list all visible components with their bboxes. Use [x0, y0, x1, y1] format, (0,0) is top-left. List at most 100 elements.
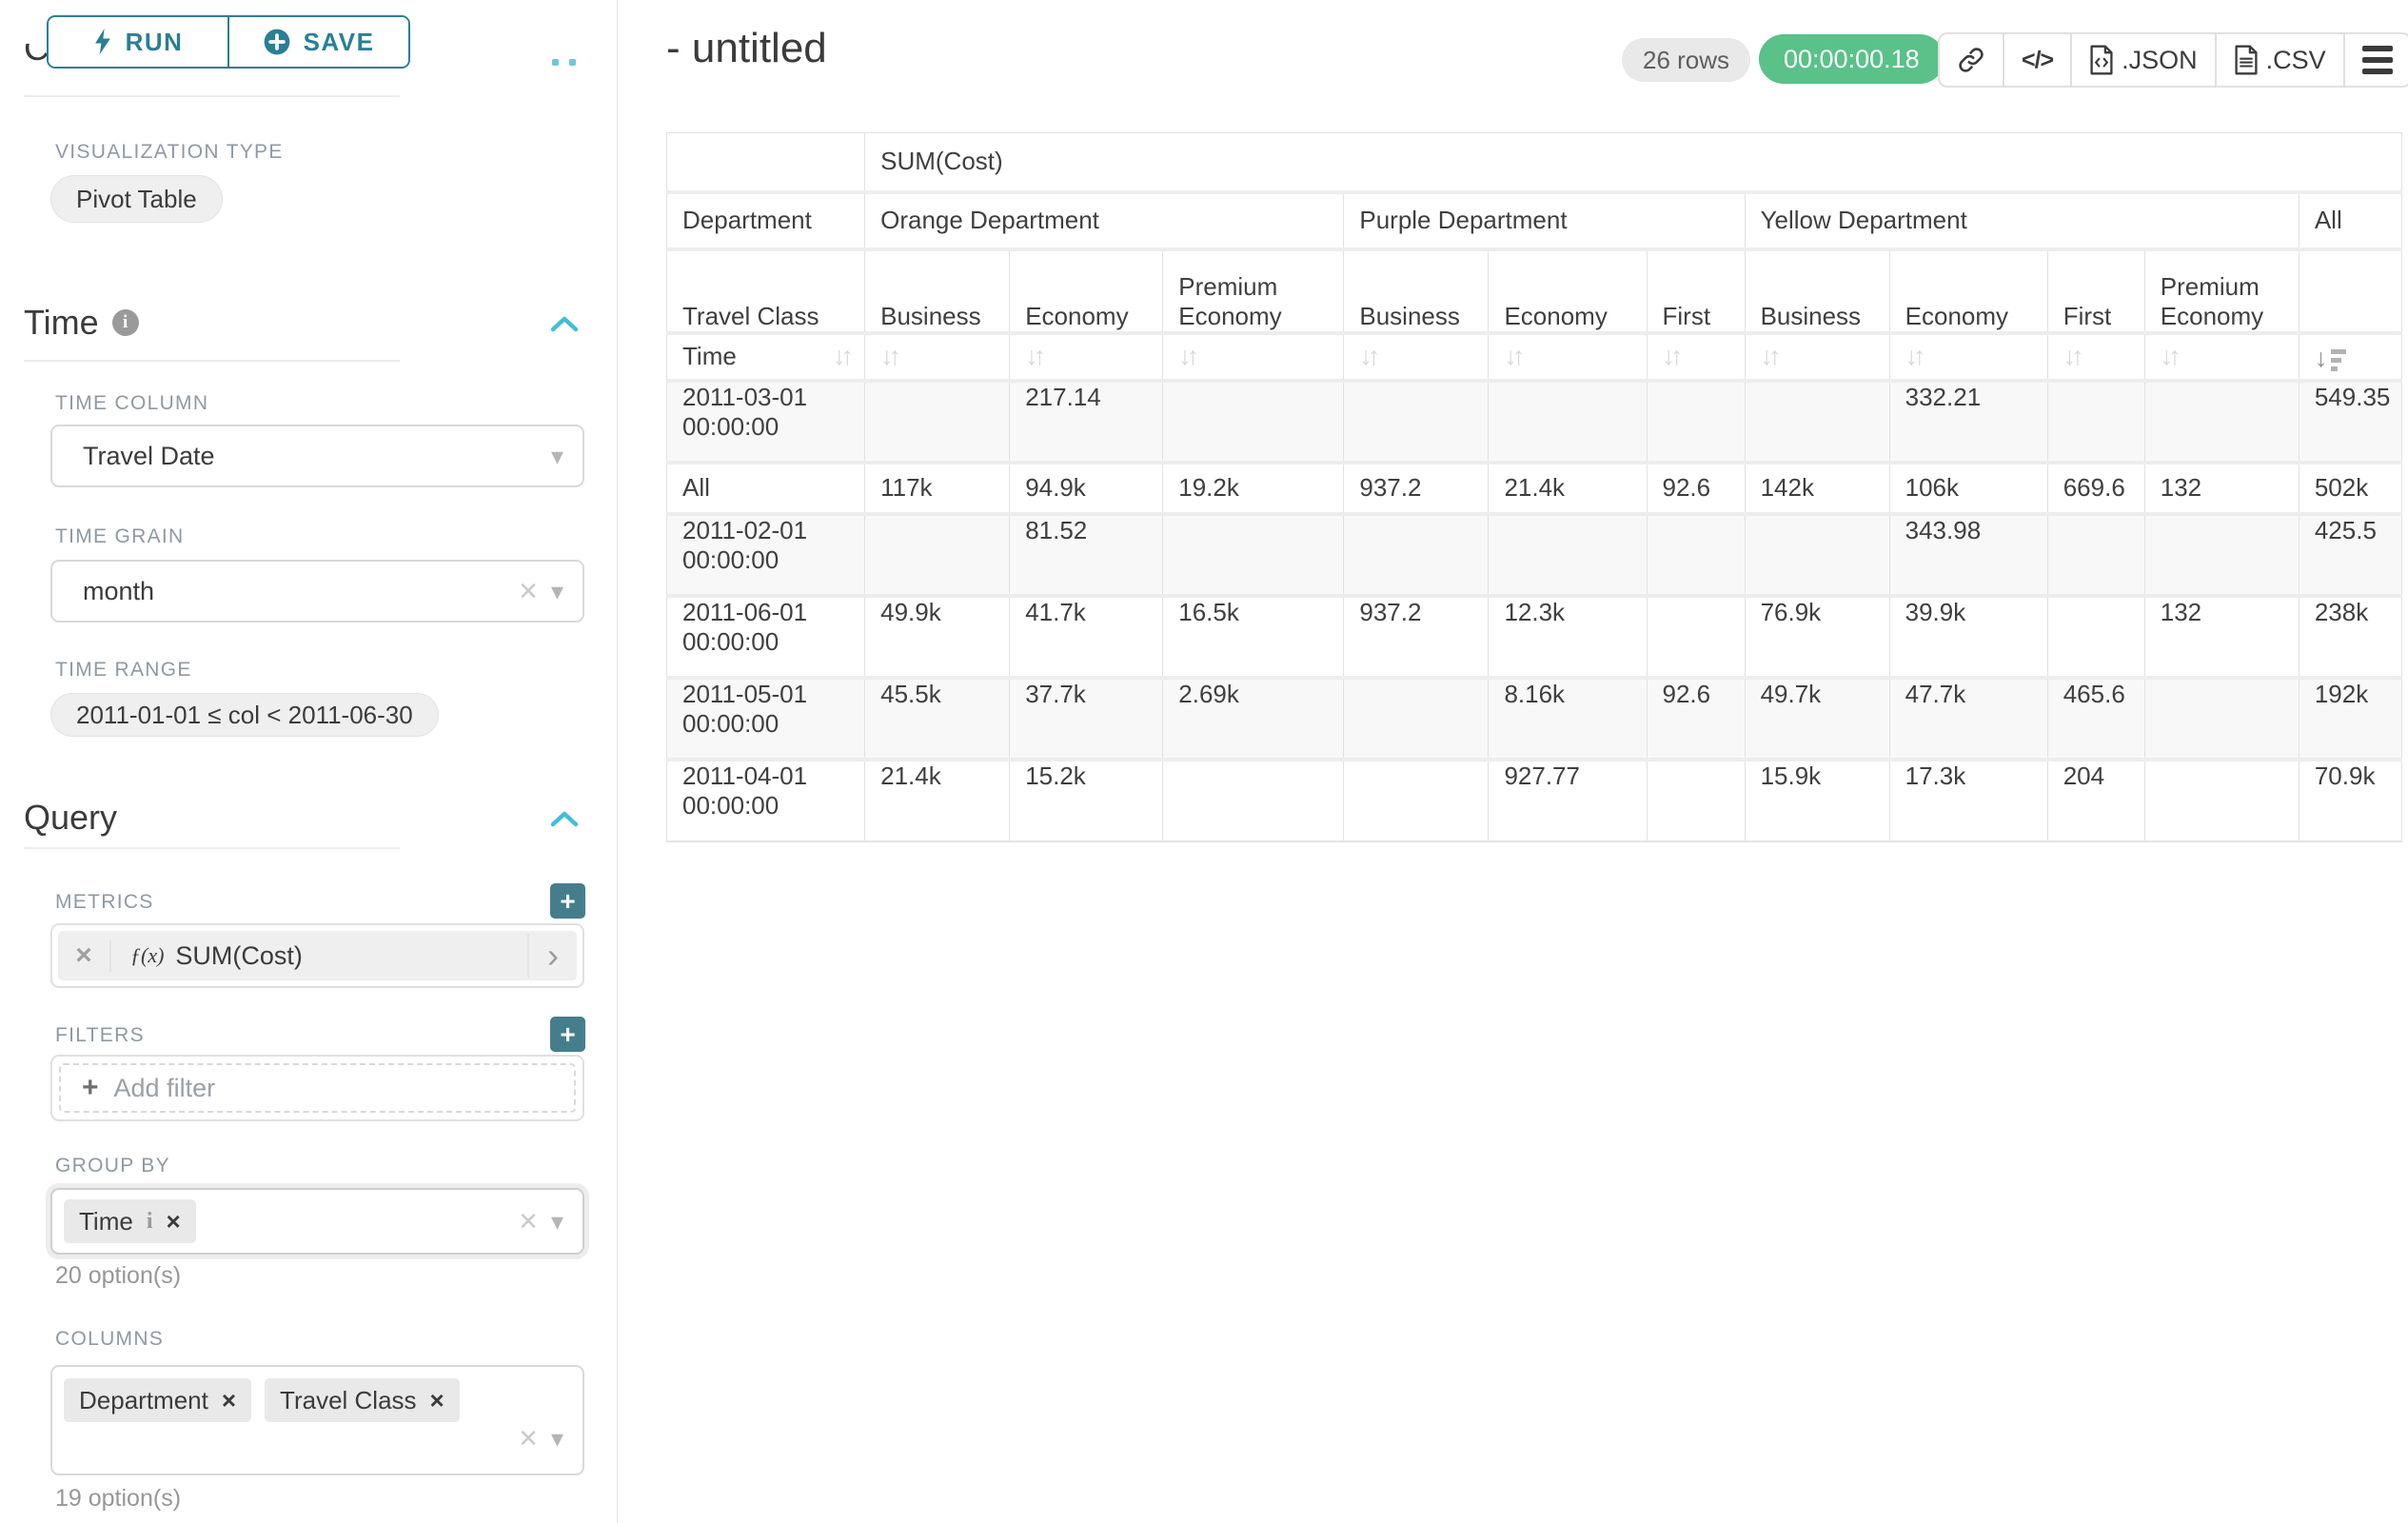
pivot-value-cell: 21.4k	[1489, 463, 1647, 514]
pivot-value-cell: 132	[2144, 596, 2299, 678]
chart-title[interactable]: - untitled	[666, 25, 827, 72]
metrics-label: METRICS	[55, 891, 154, 914]
chevron-up-icon[interactable]	[550, 314, 579, 333]
chevron-up-icon[interactable]	[550, 809, 579, 828]
sort-header-cell[interactable]: ↓↑	[1344, 333, 1489, 381]
time-range-pill[interactable]: 2011-01-01 ≤ col < 2011-06-30	[50, 693, 439, 737]
pivot-value-cell: 217.14	[1010, 381, 1163, 463]
sort-toggle-icon[interactable]: ↓↑	[1359, 342, 1375, 370]
pivot-data-row: 2011-04-01 00:00:0021.4k15.2k927.7715.9k…	[667, 760, 2402, 841]
pivot-value-cell	[1344, 760, 1489, 841]
clear-icon[interactable]: ×	[519, 1205, 538, 1237]
sort-header-cell[interactable]: ↓↑	[2047, 333, 2144, 381]
pivot-value-cell: 15.2k	[1010, 760, 1163, 841]
chevron-down-icon[interactable]: ▾	[551, 1207, 563, 1236]
pivot-value-cell	[1344, 678, 1489, 760]
pivot-value-cell: 132	[2144, 463, 2299, 514]
pivot-data-row: All117k94.9k19.2k937.221.4k92.6142k106k6…	[667, 463, 2402, 514]
pivot-value-cell	[865, 381, 1010, 463]
pivot-sub-col-header: Premium Economy	[2144, 249, 2299, 333]
chevron-up-icon-clipped	[552, 59, 559, 66]
remove-tag-icon[interactable]: ×	[222, 1386, 236, 1415]
time-grain-select[interactable]: month × ▾	[50, 560, 584, 623]
time-column-select[interactable]: Travel Date ▾	[50, 425, 584, 487]
sort-header-cell[interactable]: ↓↑	[1010, 333, 1163, 381]
sort-toggle-icon[interactable]: ↓↑	[880, 342, 897, 370]
sort-toggle-icon[interactable]: ↓↑	[1663, 342, 1679, 370]
pivot-value-cell: 45.5k	[865, 678, 1010, 760]
query-section-title: Query	[24, 798, 117, 838]
remove-tag-icon[interactable]: ×	[166, 1207, 180, 1236]
group-by-label: GROUP BY	[55, 1155, 170, 1177]
groupby-tag-time[interactable]: Time i ×	[64, 1199, 196, 1243]
pivot-col-group-header: Orange Department	[865, 192, 1344, 249]
sort-toggle-icon[interactable]: ↓↑	[1905, 342, 1922, 370]
chevron-down-icon[interactable]: ▾	[551, 1424, 563, 1454]
sort-header-cell[interactable]: ↓↑	[865, 333, 1010, 381]
export-csv-button[interactable]: .CSV	[2215, 34, 2343, 86]
sort-header-cell[interactable]: ↓↑	[1489, 333, 1647, 381]
embed-code-button[interactable]: </>	[2003, 34, 2070, 86]
copy-link-button[interactable]	[1940, 34, 2003, 86]
filters-control: + Add filter	[50, 1055, 584, 1121]
export-json-button[interactable]: .JSON	[2070, 34, 2215, 86]
pivot-row-dimension-time[interactable]: ↓↑Time	[667, 333, 865, 381]
explore-chart-view: Chart Type RUN SAVE VISUALIZATION TYPE P…	[0, 0, 2408, 1523]
pivot-value-cell: 47.7k	[1889, 678, 2047, 760]
sort-toggle-icon[interactable]: ↓↑	[2063, 342, 2080, 370]
sort-header-cell[interactable]: ↓↑	[1745, 333, 1889, 381]
sort-toggle-icon[interactable]: ↓↑	[1761, 342, 1777, 370]
sort-toggle-icon[interactable]: ↓↑	[1178, 342, 1194, 370]
save-button[interactable]: SAVE	[227, 17, 408, 67]
sort-header-cell[interactable]: ↓	[2299, 333, 2401, 381]
pivot-value-cell	[1489, 514, 1647, 596]
pivot-row-label: All	[667, 463, 865, 514]
metric-pill[interactable]: × ƒ(x) SUM(Cost) ›	[58, 931, 577, 980]
pivot-value-cell: 238k	[2299, 596, 2401, 678]
columns-select[interactable]: Department × Travel Class × × ▾	[50, 1365, 584, 1475]
pivot-value-cell: 106k	[1889, 463, 2047, 514]
chevron-down-icon[interactable]: ▾	[551, 577, 563, 606]
add-filter-plus-button[interactable]: +	[550, 1017, 585, 1052]
chevron-down-icon[interactable]: ▾	[551, 442, 563, 471]
plus-circle-icon	[264, 29, 290, 55]
sort-toggle-icon[interactable]: ↓↑	[1025, 342, 1041, 370]
chevron-right-icon[interactable]: ›	[527, 934, 577, 979]
pivot-value-cell: 70.9k	[2299, 760, 2401, 841]
run-button[interactable]: RUN	[49, 17, 227, 67]
sort-toggle-icon[interactable]: ↓↑	[833, 342, 849, 371]
sort-toggle-icon[interactable]: ↓↑	[1504, 342, 1520, 370]
sort-header-cell[interactable]: ↓↑	[1889, 333, 2047, 381]
pivot-value-cell	[2047, 381, 2144, 463]
columns-tag-department[interactable]: Department ×	[64, 1378, 251, 1422]
pivot-value-cell: 19.2k	[1163, 463, 1344, 514]
pivot-data-row: 2011-06-01 00:00:0049.9k41.7k16.5k937.21…	[667, 596, 2402, 678]
add-filter-button[interactable]: + Add filter	[59, 1063, 576, 1113]
control-panel: Chart Type RUN SAVE VISUALIZATION TYPE P…	[0, 0, 618, 1523]
sort-descending-icon[interactable]: ↓	[2315, 346, 2347, 371]
sort-toggle-icon[interactable]: ↓↑	[2161, 342, 2177, 370]
sort-header-cell[interactable]: ↓↑	[1647, 333, 1745, 381]
pivot-value-cell	[1163, 514, 1344, 596]
pivot-value-cell: 142k	[1745, 463, 1889, 514]
sort-header-cell[interactable]: ↓↑	[1163, 333, 1344, 381]
pivot-col-group-header: Yellow Department	[1745, 192, 2299, 249]
visualization-type-pill[interactable]: Pivot Table	[50, 175, 223, 223]
remove-tag-icon[interactable]: ×	[430, 1386, 444, 1415]
add-filter-label: Add filter	[114, 1074, 216, 1103]
columns-tag-travel-class[interactable]: Travel Class ×	[265, 1378, 460, 1422]
pivot-value-cell: 927.77	[1489, 760, 1647, 841]
remove-metric-icon[interactable]: ×	[58, 940, 111, 972]
group-by-select[interactable]: Time i × × ▾	[50, 1188, 584, 1255]
clear-icon[interactable]: ×	[519, 1422, 538, 1454]
add-metric-button[interactable]: +	[550, 883, 585, 919]
divider	[24, 360, 400, 362]
json-file-icon	[2089, 45, 2114, 75]
menu-button[interactable]	[2343, 34, 2408, 86]
clear-icon[interactable]: ×	[519, 575, 538, 607]
sort-header-cell[interactable]: ↓↑	[2144, 333, 2299, 381]
pivot-value-cell: 8.16k	[1489, 678, 1647, 760]
pivot-value-cell	[2047, 514, 2144, 596]
chevron-up-icon-clipped	[569, 59, 576, 66]
pivot-row-label: 2011-06-01 00:00:00	[667, 596, 865, 678]
